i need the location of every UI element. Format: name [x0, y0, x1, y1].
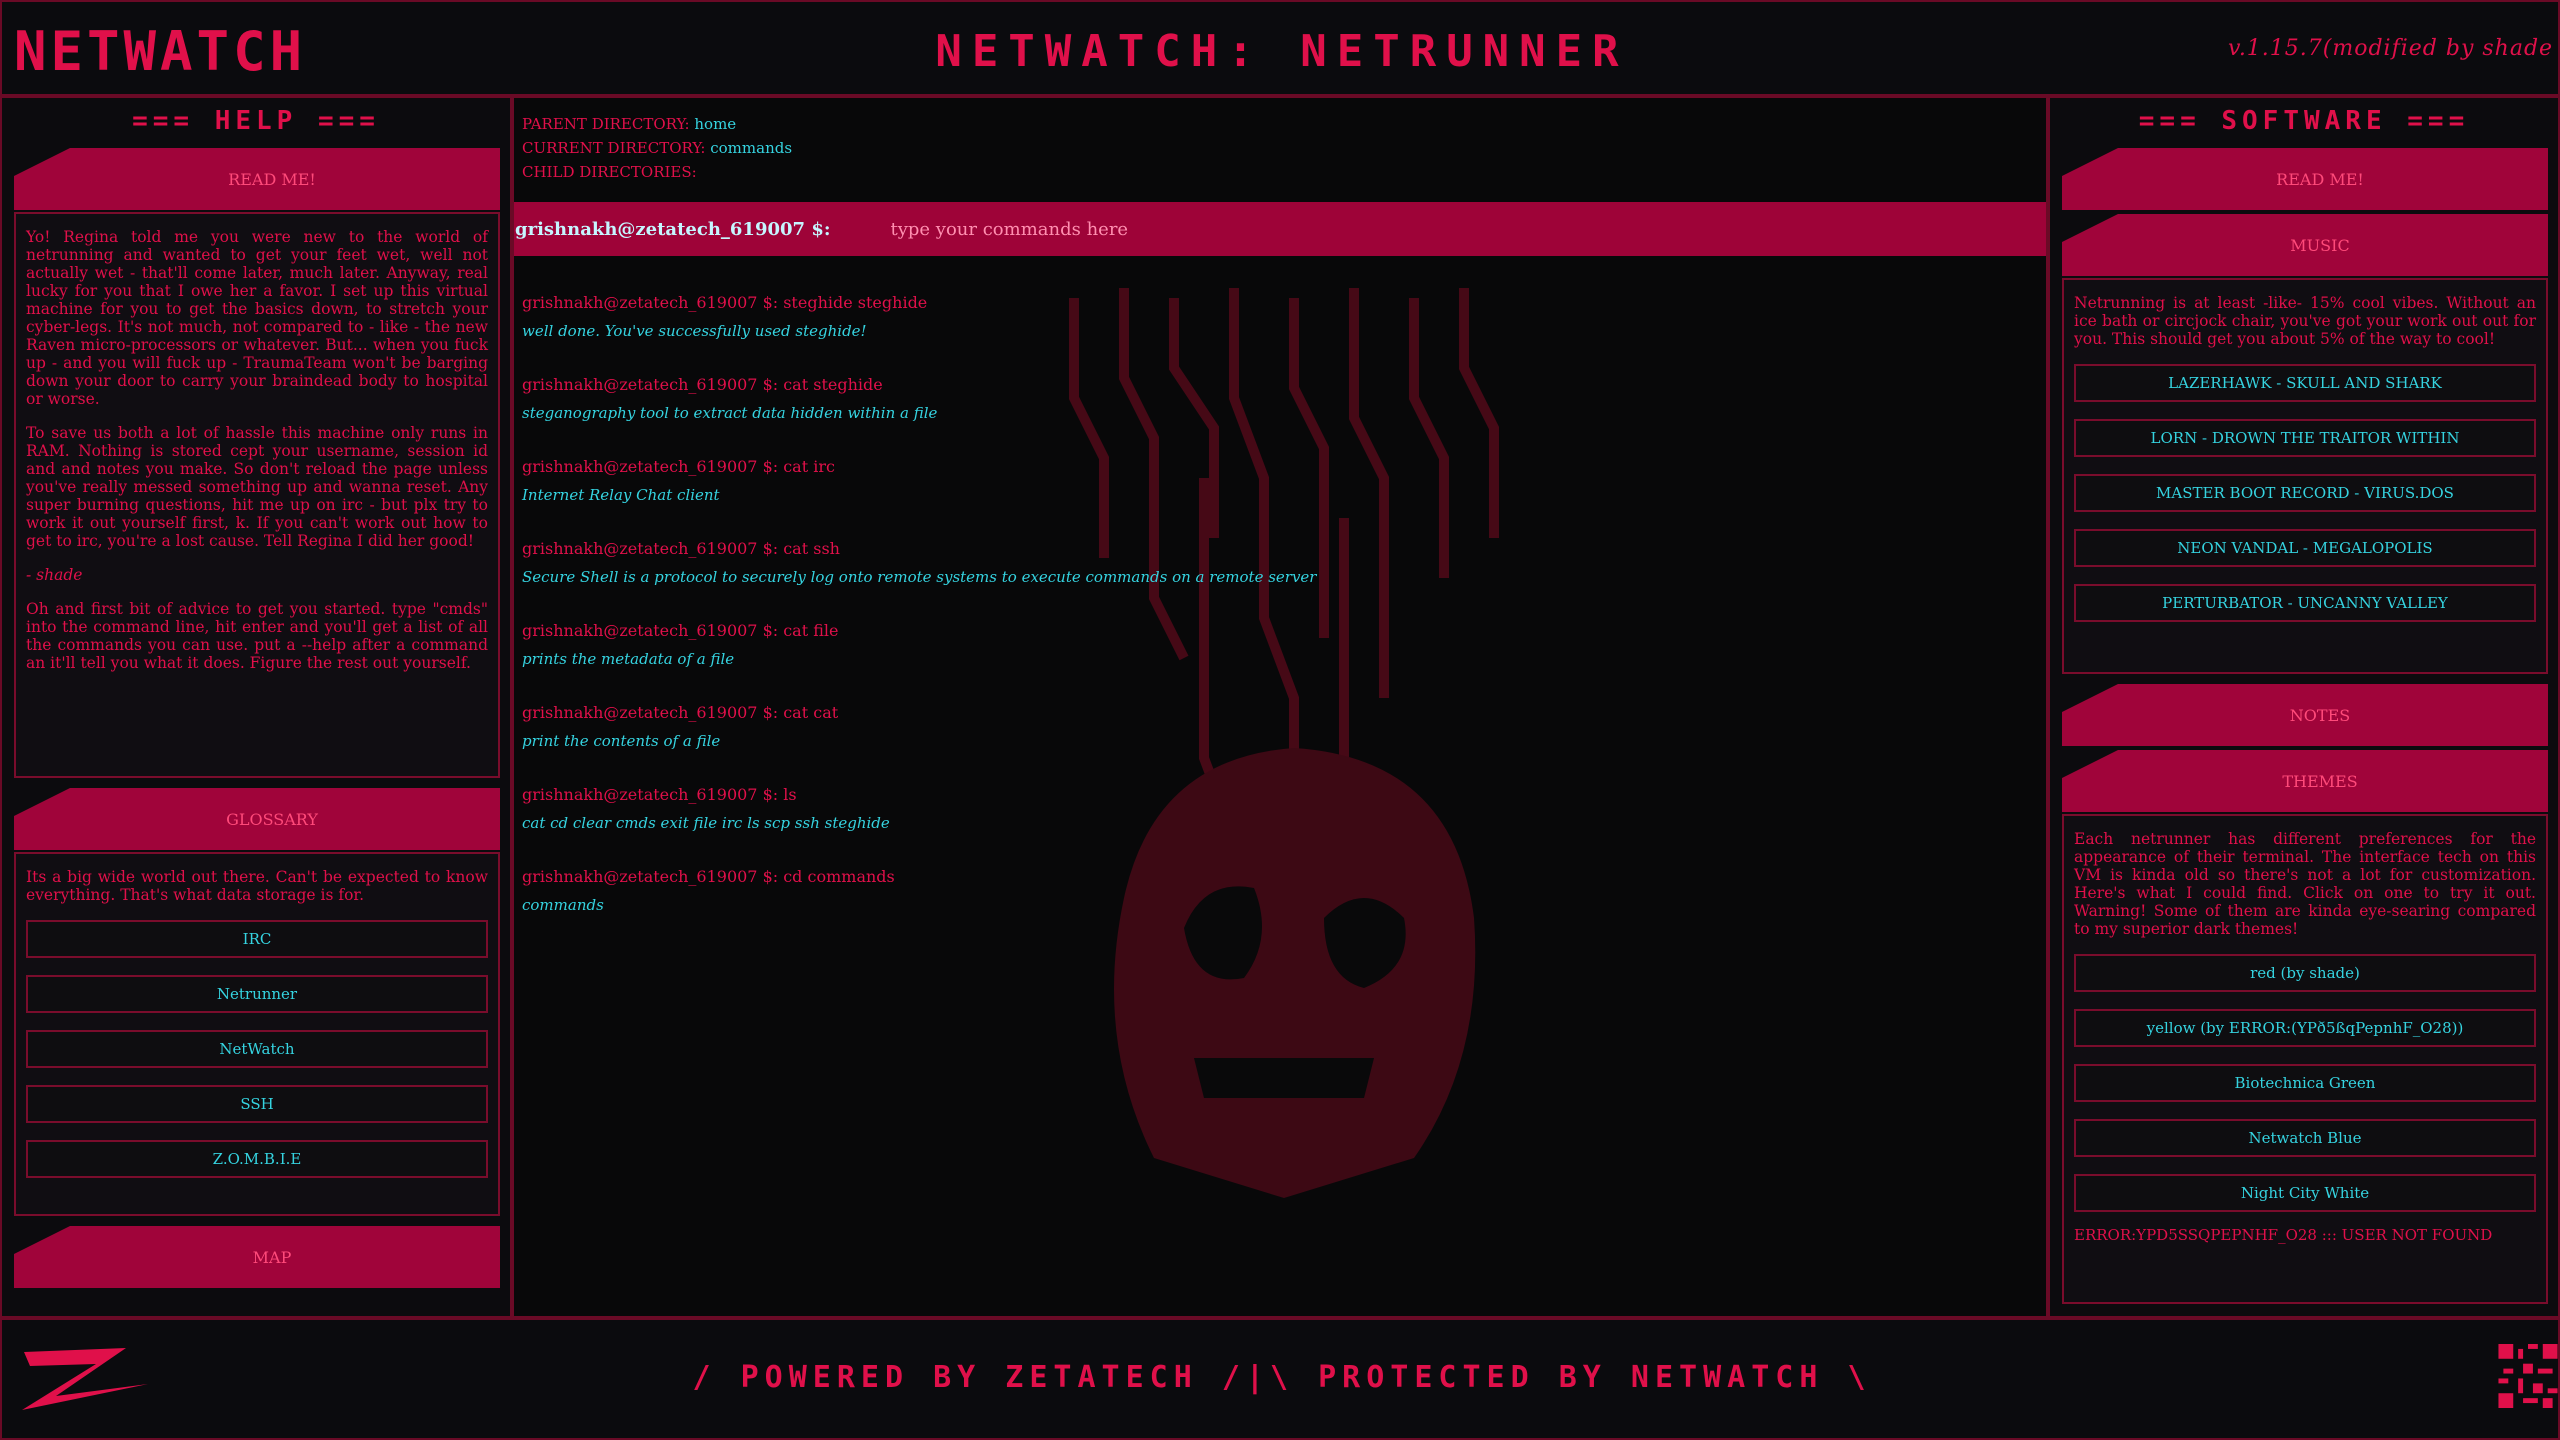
current-directory: CURRENT DIRECTORY: commands — [522, 139, 793, 157]
theme-biotechnica-green[interactable]: Biotechnica Green — [2074, 1064, 2536, 1102]
tab-software-readme[interactable]: READ ME! — [2062, 148, 2548, 210]
tab-glossary[interactable]: GLOSSARY — [14, 788, 500, 850]
log-output: prints the metadata of a file — [522, 650, 735, 668]
readme-paragraph: To save us both a lot of hassle this mac… — [26, 424, 488, 550]
themes-box: Each netrunner has different preferences… — [2062, 814, 2548, 1304]
log-command: grishnakh@zetatech_619007 $: cat ssh — [522, 539, 840, 558]
software-panel: === SOFTWARE === READ ME! MUSIC Netrunni… — [2048, 96, 2560, 1318]
log-output: steganography tool to extract data hidde… — [522, 404, 938, 422]
tab-themes[interactable]: THEMES — [2062, 750, 2548, 812]
error-message: ERROR:YPD5SSQPEPNHF_O28 ::: USER NOT FOU… — [2074, 1226, 2493, 1244]
log-entry: grishnakh@zetatech_619007 $: cat cat prin… — [522, 698, 2022, 780]
log-command: grishnakh@zetatech_619007 $: cat file — [522, 621, 839, 640]
help-panel: === HELP === READ ME! Yo! Regina told me… — [0, 96, 512, 1318]
tab-music[interactable]: MUSIC — [2062, 214, 2548, 276]
glossary-item-ssh[interactable]: SSH — [26, 1085, 488, 1123]
tab-label: READ ME! — [228, 169, 316, 189]
log-entry: grishnakh@zetatech_619007 $: ls cat cd cl… — [522, 780, 2022, 862]
footer-text: / POWERED BY ZETATECH /|\ PROTECTED BY N… — [692, 1360, 1872, 1395]
glossary-item-irc[interactable]: IRC — [26, 920, 488, 958]
theme-red[interactable]: red (by shade) — [2074, 954, 2536, 992]
music-item-perturbator[interactable]: PERTURBATOR - UNCANNY VALLEY — [2074, 584, 2536, 622]
app-footer: / POWERED BY ZETATECH /|\ PROTECTED BY N… — [0, 1318, 2560, 1440]
app-title: NETWATCH: NETRUNNER — [935, 26, 1629, 77]
log-entry: grishnakh@zetatech_619007 $: cat ssh Secu… — [522, 534, 2022, 616]
log-entry: grishnakh@zetatech_619007 $: cat irc Inte… — [522, 452, 2022, 534]
glossary-item-netwatch[interactable]: NetWatch — [26, 1030, 488, 1068]
app-header: NETWATCH NETWATCH: NETRUNNER v.1.15.7(mo… — [0, 0, 2560, 96]
directory-info: PARENT DIRECTORY: home CURRENT DIRECTORY… — [522, 112, 792, 184]
parent-directory: PARENT DIRECTORY: home — [522, 115, 737, 133]
tab-label: THEMES — [2282, 771, 2358, 791]
glossary-text: Its a big wide world out there. Can't be… — [26, 868, 488, 904]
log-entry: grishnakh@zetatech_619007 $: steghide st… — [522, 288, 2022, 370]
theme-netwatch-blue[interactable]: Netwatch Blue — [2074, 1119, 2536, 1157]
music-item-lorn[interactable]: LORN - DROWN THE TRAITOR WITHIN — [2074, 419, 2536, 457]
log-output: well done. You've successfully used steg… — [522, 322, 867, 340]
terminal-panel: PARENT DIRECTORY: home CURRENT DIRECTORY… — [512, 96, 2048, 1318]
log-entry: grishnakh@zetatech_619007 $: cd commands… — [522, 862, 2022, 944]
theme-night-city-white[interactable]: Night City White — [2074, 1174, 2536, 1212]
music-text: Netrunning is at least -like- 15% cool v… — [2074, 294, 2536, 348]
command-prompt: grishnakh@zetatech_619007 $: — [515, 218, 831, 240]
tab-help-readme[interactable]: READ ME! — [14, 148, 500, 210]
tab-label: GLOSSARY — [226, 809, 318, 829]
qr-code-icon — [2498, 1344, 2558, 1408]
tab-notes[interactable]: NOTES — [2062, 684, 2548, 746]
log-entry: grishnakh@zetatech_619007 $: cat steghid… — [522, 370, 2022, 452]
log-output: Internet Relay Chat client — [522, 486, 720, 504]
parent-directory-value: home — [694, 115, 737, 133]
theme-yellow[interactable]: yellow (by ERROR:(YPð5ßqPepnhF_O28)) — [2074, 1009, 2536, 1047]
help-heading: === HELP === — [132, 106, 380, 136]
current-directory-value: commands — [710, 139, 793, 157]
glossary-box: Its a big wide world out there. Can't be… — [14, 852, 500, 1216]
themes-text: Each netrunner has different preferences… — [2074, 830, 2536, 938]
log-entry: grishnakh@zetatech_619007 $: cat file pri… — [522, 616, 2022, 698]
terminal-log: grishnakh@zetatech_619007 $: steghide st… — [522, 288, 2022, 944]
glossary-item-zombie[interactable]: Z.O.M.B.I.E — [26, 1140, 488, 1178]
log-command: grishnakh@zetatech_619007 $: cat cat — [522, 703, 839, 722]
log-output: commands — [522, 896, 604, 914]
glossary-item-netrunner[interactable]: Netrunner — [26, 975, 488, 1013]
readme-signature: - shade — [26, 566, 83, 584]
software-heading: === SOFTWARE === — [2138, 106, 2470, 136]
tab-label: MUSIC — [2290, 235, 2350, 255]
music-item-lazerhawk[interactable]: LAZERHAWK - SKULL AND SHARK — [2074, 364, 2536, 402]
command-bar: grishnakh@zetatech_619007 $: — [514, 202, 2046, 256]
log-command: grishnakh@zetatech_619007 $: cd commands — [522, 867, 895, 886]
log-command: grishnakh@zetatech_619007 $: cat irc — [522, 457, 835, 476]
music-item-master-boot-record[interactable]: MASTER BOOT RECORD - VIRUS.DOS — [2074, 474, 2536, 512]
music-item-neon-vandal[interactable]: NEON VANDAL - MEGALOPOLIS — [2074, 529, 2536, 567]
tab-map[interactable]: MAP — [14, 1226, 500, 1288]
log-command: grishnakh@zetatech_619007 $: steghide st… — [522, 293, 928, 312]
readme-paragraph: Oh and first bit of advice to get you st… — [26, 600, 488, 672]
log-output: print the contents of a file — [522, 732, 721, 750]
child-directories: CHILD DIRECTORIES: — [522, 163, 697, 181]
readme-box: Yo! Regina told me you were new to the w… — [14, 212, 500, 778]
tab-label: READ ME! — [2276, 169, 2364, 189]
tab-label: MAP — [252, 1247, 292, 1267]
music-box: Netrunning is at least -like- 15% cool v… — [2062, 278, 2548, 674]
log-command: grishnakh@zetatech_619007 $: ls — [522, 785, 797, 804]
command-input[interactable] — [890, 209, 1791, 249]
tab-label: NOTES — [2289, 705, 2351, 725]
version-label: v.1.15.7(modified by shade — [2228, 36, 2554, 61]
log-output: cat cd clear cmds exit file irc ls scp s… — [522, 814, 890, 832]
readme-paragraph: Yo! Regina told me you were new to the w… — [26, 228, 488, 408]
log-command: grishnakh@zetatech_619007 $: cat steghid… — [522, 375, 883, 394]
log-output: Secure Shell is a protocol to securely l… — [522, 568, 1317, 586]
